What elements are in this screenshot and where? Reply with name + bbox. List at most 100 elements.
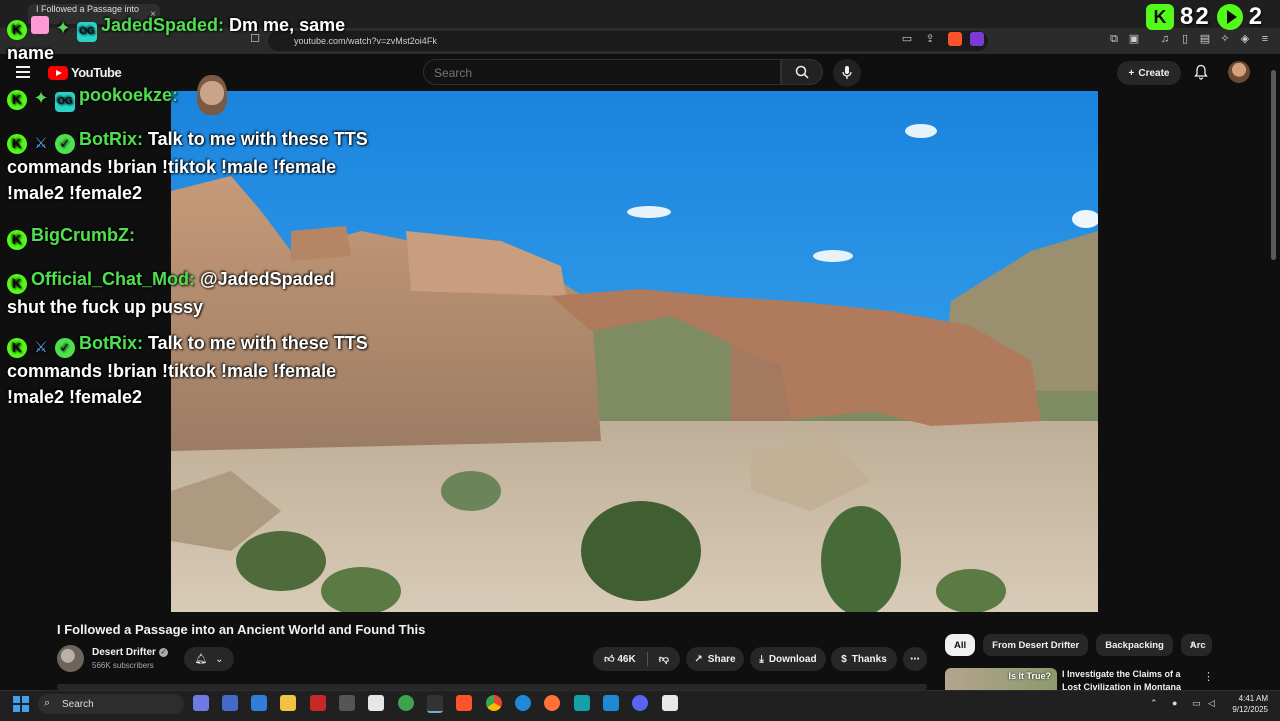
kick-badge-icon: K — [7, 90, 27, 110]
share-label: Share — [707, 653, 736, 665]
chip-all[interactable]: All — [945, 634, 976, 656]
subscribed-notifications-button[interactable]: 🔔︎ ⌄ — [184, 647, 234, 671]
extensions-icon[interactable]: ⧉ — [1107, 32, 1121, 46]
video-player[interactable] — [171, 91, 1098, 612]
taskbar-search-label: Search — [62, 698, 94, 710]
app-icon-1[interactable] — [222, 695, 238, 711]
more-actions-button[interactable]: ⋯ — [903, 647, 927, 671]
app-icon-5[interactable] — [368, 695, 384, 711]
brave-icon[interactable] — [456, 695, 472, 711]
chevron-down-icon: ⌄ — [215, 653, 224, 665]
task-view-icon[interactable] — [193, 695, 209, 711]
super-thanks-icon: $ — [841, 653, 847, 665]
browser-tab-bar: I Followed a Passage into an × — [0, 0, 1280, 28]
cast-icon[interactable]: ▭ — [900, 32, 914, 46]
url-text: youtube.com/watch?v=zvMst2oi4Fk — [294, 36, 437, 46]
share-page-icon[interactable]: ⇪ — [923, 32, 937, 46]
verified-badge-icon: ✓ — [55, 134, 75, 154]
chat-text: !male2 !female2 — [7, 387, 143, 407]
share-button[interactable]: ↗ Share — [686, 647, 744, 671]
chip-backpacking[interactable]: Backpacking — [1096, 634, 1173, 656]
like-button[interactable]: 👍︎ 46K — [604, 653, 636, 665]
app-icon-7[interactable] — [574, 695, 590, 711]
chat-username: BotRix: — [79, 333, 143, 353]
verified-badge-icon: ✓ — [55, 338, 75, 358]
create-button[interactable]: + Create — [1117, 61, 1181, 85]
edge-icon[interactable] — [515, 695, 531, 711]
windows-start-icon[interactable] — [13, 696, 29, 712]
media-icon[interactable]: ♫ — [1158, 32, 1172, 46]
page-scrollbar[interactable] — [1270, 60, 1278, 260]
voice-search-button[interactable] — [833, 59, 861, 87]
firefox-icon[interactable] — [544, 695, 560, 711]
search-input[interactable] — [424, 60, 766, 86]
tray-overflow-icon[interactable]: ⌃ — [1150, 698, 1158, 709]
screenshot-icon[interactable]: ▣ — [1127, 32, 1141, 46]
thanks-button[interactable]: $ Thanks — [831, 647, 897, 671]
account-avatar[interactable] — [1228, 61, 1250, 83]
brave-rewards-icon[interactable] — [970, 32, 984, 46]
share-icon: ↗ — [694, 653, 703, 665]
download-label: Download — [768, 653, 817, 665]
network-icon[interactable]: ▭ — [1192, 698, 1201, 709]
close-tab-icon[interactable]: × — [150, 9, 156, 20]
taskbar-search-icon: ⌕ — [44, 697, 51, 709]
taskbar-clock[interactable]: 4:41 AM 9/12/2025 — [1222, 693, 1268, 715]
viewer-count-secondary: 2 — [1248, 3, 1265, 30]
channel-name[interactable]: Desert Drifter — [92, 647, 156, 658]
taskbar-search[interactable]: Search — [38, 694, 184, 714]
bell-icon: 🔔︎ — [194, 653, 208, 665]
chip-arc[interactable]: Arc — [1180, 634, 1212, 656]
search-icon — [795, 65, 809, 79]
kick-badge-icon: K — [7, 134, 27, 154]
chevron-right-icon[interactable]: › — [1190, 637, 1194, 651]
sidebar-icon[interactable]: ▯ — [1178, 32, 1192, 46]
viewer-counter: K 82 2 — [1146, 3, 1264, 31]
chat-username: BotRix: — [79, 129, 143, 149]
hamburger-menu-icon[interactable] — [16, 66, 30, 78]
discord-icon[interactable] — [632, 695, 648, 711]
app-icon-8[interactable] — [662, 695, 678, 711]
plus-icon: + — [1128, 67, 1135, 79]
app-icon-6[interactable] — [398, 695, 414, 711]
app-icon-3[interactable] — [310, 695, 326, 711]
brave-shield-icon[interactable] — [948, 32, 962, 46]
notifications-bell-icon[interactable] — [1193, 64, 1209, 80]
dislike-button[interactable]: 👎︎ — [659, 653, 669, 665]
vscode-icon[interactable] — [603, 695, 619, 711]
youtube-logo[interactable]: YouTube — [48, 65, 122, 80]
viewer-count: 82 — [1180, 3, 1211, 30]
thanks-label: Thanks — [851, 653, 887, 665]
search-button[interactable] — [781, 59, 823, 85]
recommendation-title[interactable]: I Investigate the Claims of a Lost Civil… — [1062, 668, 1182, 690]
address-bar[interactable]: youtube.com/watch?v=zvMst2oi4Fk — [268, 31, 988, 51]
search-box — [423, 59, 781, 86]
wallet-icon[interactable]: ▤ — [1198, 32, 1212, 46]
chat-message: K BigCrumbZ: — [7, 222, 135, 250]
menu-icon[interactable]: ≡ — [1258, 32, 1272, 46]
obs-icon[interactable] — [427, 695, 443, 713]
channel-avatar[interactable] — [57, 645, 84, 672]
create-label: Create — [1138, 67, 1170, 79]
chrome-icon[interactable] — [486, 695, 502, 711]
browser-tab[interactable]: I Followed a Passage into an × — [28, 4, 160, 24]
scrollbar-thumb[interactable] — [1271, 70, 1276, 260]
clock-date: 9/12/2025 — [1232, 705, 1268, 714]
sword-badge-icon: ⚔ — [34, 135, 48, 152]
app-icon-4[interactable] — [339, 695, 355, 711]
thumbs-down-icon: 👎︎ — [658, 654, 669, 665]
volume-icon[interactable]: ◁ — [1208, 698, 1215, 709]
divider — [646, 652, 648, 666]
microphone-tray-icon[interactable]: ● — [1172, 698, 1177, 708]
chip-from-channel[interactable]: From Desert Drifter — [983, 634, 1089, 656]
tab-title: I Followed a Passage into an — [36, 4, 140, 24]
kick-badge-icon: K — [7, 338, 27, 358]
more-vertical-icon[interactable]: ⋮ — [1203, 670, 1214, 683]
download-button[interactable]: ⤓ Download — [750, 647, 826, 671]
file-explorer-icon[interactable] — [280, 695, 296, 711]
recommendation-thumbnail[interactable]: Is It True? — [945, 668, 1057, 690]
app-icon-2[interactable] — [251, 695, 267, 711]
vpn-icon[interactable]: ◈ — [1238, 32, 1252, 46]
bookmark-icon[interactable]: ☐ — [248, 32, 262, 46]
leo-ai-icon[interactable]: ✧ — [1218, 32, 1232, 46]
